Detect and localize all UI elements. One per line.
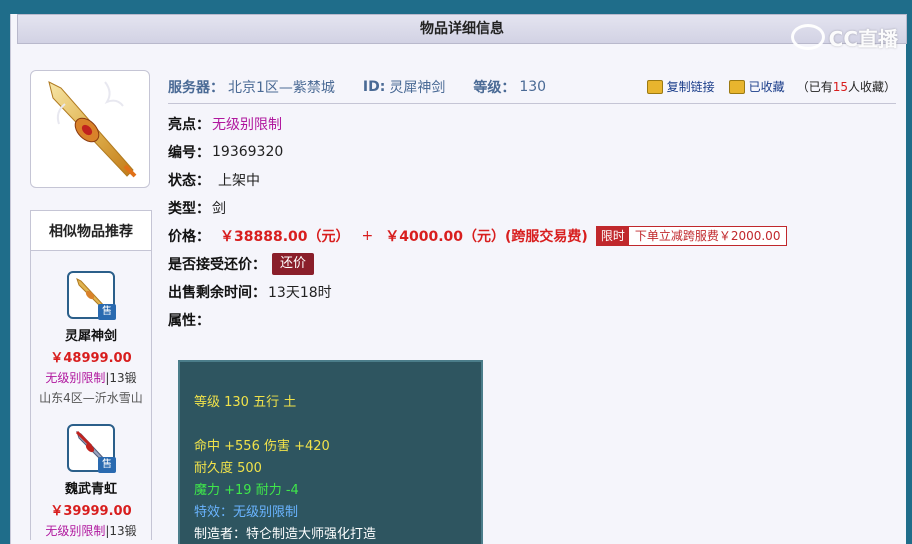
- right-frame-strip: [906, 0, 912, 544]
- attr-magic-stamina: 魔力 +19 耐力 -4: [194, 483, 299, 498]
- copy-link-button[interactable]: 复制链接: [646, 78, 715, 95]
- counter-offer-button[interactable]: 还价: [272, 253, 315, 275]
- type-label: 类型：: [168, 201, 210, 217]
- fav-count-number: 15: [832, 80, 848, 94]
- similar-item-tags: 无级别限制|13锻: [31, 369, 151, 386]
- status-row: 状态： 上架中: [168, 166, 896, 194]
- attr-durability: 耐久度 500: [194, 461, 262, 476]
- serial-label: 编号：: [168, 145, 210, 161]
- time-left-label: 出售剩余时间：: [168, 285, 266, 301]
- level-value: 130: [519, 78, 547, 95]
- status-value: 上架中: [218, 173, 260, 189]
- similar-items-box: 相似物品推荐 售 灵犀神剑 ￥48999.00 无级别限制|13锻 山东4区—沂…: [30, 210, 152, 540]
- similar-items-title: 相似物品推荐: [31, 211, 151, 251]
- server-label: 服务器：: [168, 79, 224, 96]
- similar-item-thumb[interactable]: 售: [67, 424, 116, 473]
- counter-offer-row: 是否接受还价： 还价: [168, 250, 896, 278]
- favorite-icon: [728, 79, 745, 94]
- price-row: 价格： ￥38888.00（元） + ￥4000.00（元）(跨服交易费) 限时…: [168, 222, 896, 250]
- panel-title: 物品详细信息: [17, 14, 907, 44]
- similar-item-forge: 13锻: [109, 371, 137, 385]
- status-label: 状态：: [168, 173, 210, 189]
- similar-item-price: ￥48999.00: [50, 351, 132, 366]
- server-info: 服务器： 北京1区—紫禁城: [168, 77, 335, 97]
- fav-count-prefix: （已有: [796, 80, 833, 94]
- price-cross-server-fee: ￥4000.00（元）(跨服交易费): [385, 229, 588, 245]
- similar-item-price: ￥39999.00: [50, 504, 132, 519]
- attributes-box: 等级 130 五行 土 命中 +556 伤害 +420 耐久度 500 魔力 +…: [178, 360, 483, 544]
- attr-hit-damage: 命中 +556 伤害 +420: [194, 439, 330, 454]
- copy-link-label: 复制链接: [666, 80, 715, 94]
- limited-offer-text: 下单立减跨服费￥2000.00: [628, 227, 787, 245]
- similar-item-name[interactable]: 魏武青虹: [31, 478, 151, 497]
- serial-value: 19369320: [212, 144, 284, 160]
- cc-logo-icon: [790, 24, 825, 50]
- limited-offer-badge: 限时 下单立减跨服费￥2000.00: [595, 226, 788, 246]
- attributes-label: 属性：: [168, 313, 210, 329]
- serial-row: 编号： 19369320: [168, 138, 896, 166]
- fav-count-suffix: 人收藏）: [847, 80, 896, 94]
- similar-item[interactable]: 售 灵犀神剑 ￥48999.00 无级别限制|13锻 山东4区—沂水雪山: [31, 251, 151, 406]
- similar-item-thumb[interactable]: 售: [67, 271, 116, 320]
- price-label: 价格：: [168, 229, 210, 245]
- left-frame-strip: [0, 0, 10, 544]
- server-value: 北京1区—紫禁城: [228, 79, 335, 96]
- attributes-row: 属性：: [168, 306, 896, 334]
- id-info: ID: 灵犀神剑: [363, 77, 445, 97]
- item-summary-bar: 服务器： 北京1区—紫禁城 ID: 灵犀神剑 等级： 130 复制链接 已收藏 …: [168, 70, 896, 104]
- cc-watermark: CC直播: [790, 22, 898, 52]
- level-label: 等级：: [473, 79, 516, 96]
- item-image: [30, 70, 150, 188]
- copy-link-icon: [646, 79, 663, 94]
- price-plus: +: [361, 228, 374, 244]
- item-info: 服务器： 北京1区—紫禁城 ID: 灵犀神剑 等级： 130 复制链接 已收藏 …: [168, 70, 896, 334]
- similar-item-server: 山东4区—沂水雪山: [39, 391, 143, 405]
- id-label: ID:: [362, 78, 386, 95]
- favorite-button[interactable]: 已收藏: [728, 78, 785, 95]
- id-value: 灵犀神剑: [389, 79, 446, 96]
- top-frame-strip: [0, 0, 912, 14]
- similar-item-highlight: 无级别限制: [45, 371, 106, 385]
- sword-icon: [48, 81, 137, 178]
- attr-maker: 制造者：特仑制造大师强化打造: [194, 527, 377, 542]
- highlight-row: 亮点： 无级别限制: [168, 110, 896, 138]
- time-left-value: 13天18时: [268, 285, 332, 301]
- favorite-label: 已收藏: [748, 80, 785, 94]
- level-info: 等级： 130: [473, 77, 546, 97]
- price-main: ￥38888.00（元）: [220, 229, 350, 245]
- watermark-text: CC直播: [828, 26, 898, 51]
- item-actions: 复制链接 已收藏 （已有15人收藏）: [633, 78, 896, 95]
- type-row: 类型： 剑: [168, 194, 896, 222]
- similar-item-forge: 13锻: [109, 524, 137, 538]
- highlight-value: 无级别限制: [212, 117, 282, 133]
- highlight-label: 亮点：: [168, 117, 210, 133]
- sell-tag: 售: [98, 304, 116, 320]
- similar-item-tags: 无级别限制|13锻: [31, 522, 151, 539]
- counter-offer-label: 是否接受还价：: [168, 257, 266, 273]
- time-left-row: 出售剩余时间： 13天18时: [168, 278, 896, 306]
- sell-tag: 售: [98, 457, 116, 473]
- similar-item[interactable]: 售 魏武青虹 ￥39999.00 无级别限制|13锻: [31, 406, 151, 539]
- favorite-count: （已有15人收藏）: [797, 78, 896, 95]
- limited-tag: 限时: [596, 227, 629, 245]
- attr-special-effect: 特效：无级别限制: [194, 505, 299, 520]
- similar-item-highlight: 无级别限制: [45, 524, 106, 538]
- similar-item-name[interactable]: 灵犀神剑: [31, 325, 151, 344]
- type-value: 剑: [212, 201, 226, 217]
- attr-level-element: 等级 130 五行 土: [194, 395, 297, 410]
